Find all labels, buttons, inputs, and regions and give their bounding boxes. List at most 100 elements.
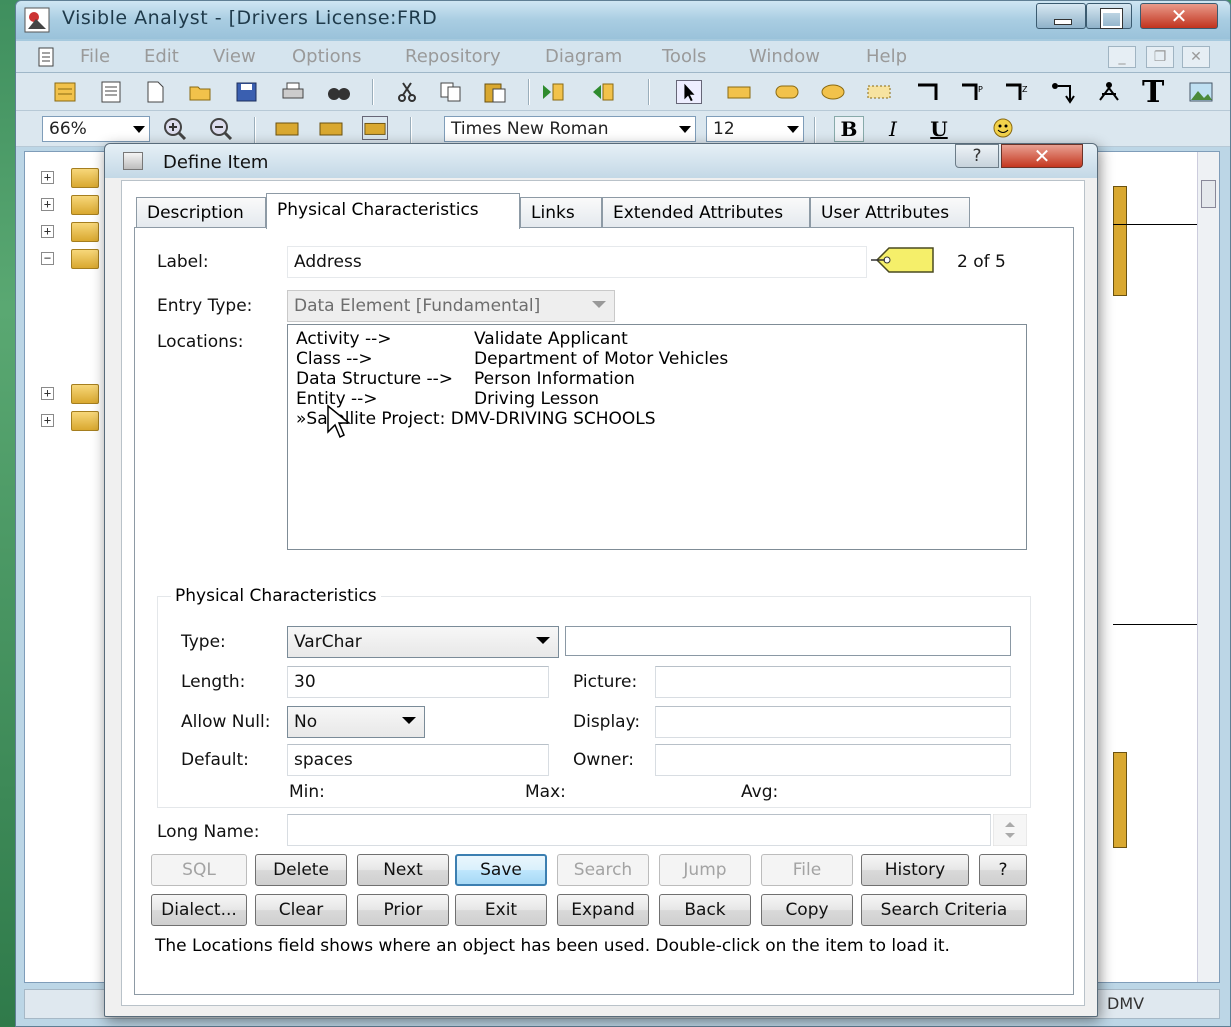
find-icon[interactable] — [326, 80, 352, 104]
cut-icon[interactable] — [394, 80, 420, 104]
expand-icon[interactable]: + — [41, 171, 54, 184]
vertical-scrollbar[interactable] — [1197, 152, 1219, 982]
menu-diagram[interactable]: Diagram — [545, 46, 622, 67]
expand-icon[interactable]: + — [41, 387, 54, 400]
diagram-shape[interactable] — [1113, 752, 1127, 848]
connector-tool-icon[interactable] — [916, 80, 942, 104]
dashed-rectangle-tool-icon[interactable] — [866, 80, 892, 104]
long-name-field[interactable] — [287, 814, 991, 846]
previous-diagram-icon[interactable] — [590, 80, 616, 104]
mdi-minimize-button[interactable]: _ — [1108, 46, 1136, 68]
delete-button[interactable]: Delete — [255, 854, 347, 886]
picture-field[interactable] — [655, 666, 1011, 698]
menu-repository[interactable]: Repository — [405, 46, 501, 67]
tag-icon[interactable] — [871, 244, 937, 276]
font-select[interactable]: Times New Roman — [444, 116, 696, 142]
search-criteria-button[interactable]: Search Criteria — [861, 894, 1027, 926]
default-field[interactable]: spaces — [287, 744, 549, 776]
help-button[interactable]: ? — [979, 854, 1027, 886]
menu-edit[interactable]: Edit — [144, 46, 179, 67]
copy-icon[interactable] — [438, 80, 464, 104]
menu-view[interactable]: View — [213, 46, 256, 67]
file-button[interactable]: File — [761, 854, 853, 886]
expand-icon[interactable]: + — [41, 225, 54, 238]
exit-button[interactable]: Exit — [455, 894, 547, 926]
tab-links[interactable]: Links — [520, 197, 602, 227]
hierarchy-tool-icon[interactable] — [1096, 80, 1122, 104]
rectangle-tool-icon[interactable] — [726, 80, 752, 104]
print-icon[interactable] — [280, 80, 306, 104]
minimize-button[interactable] — [1036, 3, 1086, 29]
save-button[interactable]: Save — [455, 854, 547, 886]
tab-physical-characteristics[interactable]: Physical Characteristics — [266, 193, 520, 229]
bold-button[interactable]: B — [834, 116, 864, 142]
toolbar-separator — [528, 79, 530, 105]
connector-z-tool-icon[interactable]: Z — [1004, 80, 1030, 104]
repository-icon[interactable] — [52, 80, 78, 104]
next-button[interactable]: Next — [357, 854, 449, 886]
history-button[interactable]: History — [861, 854, 969, 886]
clear-button[interactable]: Clear — [255, 894, 347, 926]
save-icon[interactable] — [234, 80, 260, 104]
zoom-in-icon[interactable] — [162, 116, 188, 140]
rounded-tool-icon[interactable] — [774, 80, 800, 104]
type-select[interactable]: VarChar — [287, 626, 559, 658]
maximize-button[interactable] — [1086, 3, 1132, 29]
close-button[interactable]: ✕ — [1140, 3, 1218, 29]
text-tool-icon[interactable]: T — [1142, 75, 1168, 110]
image-tool-icon[interactable] — [1188, 80, 1214, 104]
type-extra-field[interactable] — [565, 626, 1011, 656]
pointer-icon[interactable] — [676, 80, 702, 104]
tab-user-attributes[interactable]: User Attributes — [810, 197, 970, 227]
expand-icon[interactable]: + — [41, 198, 54, 211]
long-name-spinner-icon[interactable] — [993, 814, 1027, 846]
dialect-button[interactable]: Dialect... — [151, 894, 247, 926]
italic-button[interactable]: I — [878, 116, 908, 142]
menu-file[interactable]: File — [80, 46, 110, 67]
menu-tools[interactable]: Tools — [662, 46, 706, 67]
expand-button[interactable]: Expand — [557, 894, 649, 926]
smiley-icon[interactable] — [990, 116, 1016, 140]
dialog-close-button[interactable]: ✕ — [1001, 144, 1083, 168]
relationship-tool-icon[interactable] — [1050, 80, 1076, 104]
mdi-close-button[interactable]: ✕ — [1182, 46, 1210, 68]
prior-button[interactable]: Prior — [357, 894, 449, 926]
jump-button[interactable]: Jump — [659, 854, 751, 886]
menu-window[interactable]: Window — [749, 46, 820, 67]
length-field[interactable]: 30 — [287, 666, 549, 698]
mdi-restore-button[interactable]: ❐ — [1146, 46, 1174, 68]
search-button[interactable]: Search — [557, 854, 649, 886]
connector-p-tool-icon[interactable]: P — [960, 80, 986, 104]
collapse-icon[interactable]: − — [41, 252, 54, 265]
tab-extended-attributes[interactable]: Extended Attributes — [602, 197, 810, 227]
paste-icon[interactable] — [482, 80, 508, 104]
display-field[interactable] — [655, 706, 1011, 738]
label-field[interactable]: Address — [287, 246, 867, 278]
ellipse-tool-icon[interactable] — [820, 80, 846, 104]
dialog-help-button[interactable]: ? — [955, 144, 999, 168]
layer-icon[interactable] — [274, 116, 300, 140]
menu-help[interactable]: Help — [866, 46, 907, 67]
menu-options[interactable]: Options — [292, 46, 361, 67]
new-file-icon[interactable] — [142, 80, 168, 104]
layer-front-icon[interactable] — [318, 116, 344, 140]
next-diagram-icon[interactable] — [540, 80, 566, 104]
font-size-select[interactable]: 12 — [706, 116, 804, 142]
list-icon[interactable] — [98, 80, 124, 104]
zoom-out-icon[interactable] — [208, 116, 234, 140]
back-button[interactable]: Back — [659, 894, 751, 926]
allow-null-select[interactable]: No — [287, 706, 425, 738]
copy-button[interactable]: Copy — [761, 894, 853, 926]
diagram-shape[interactable] — [1113, 186, 1127, 296]
zoom-select[interactable]: 66% — [42, 116, 150, 142]
scroll-thumb[interactable] — [1201, 180, 1216, 208]
chevron-down-icon — [679, 126, 691, 133]
tab-description[interactable]: Description — [136, 197, 266, 227]
expand-icon[interactable]: + — [41, 414, 54, 427]
open-folder-icon[interactable] — [188, 80, 214, 104]
underline-button[interactable]: U — [924, 116, 954, 142]
sql-button[interactable]: SQL — [151, 854, 247, 886]
owner-field[interactable] — [655, 744, 1011, 776]
layer-back-icon[interactable] — [362, 116, 388, 140]
locations-list[interactable]: Activity --> Validate Applicant Class -->… — [287, 324, 1027, 550]
